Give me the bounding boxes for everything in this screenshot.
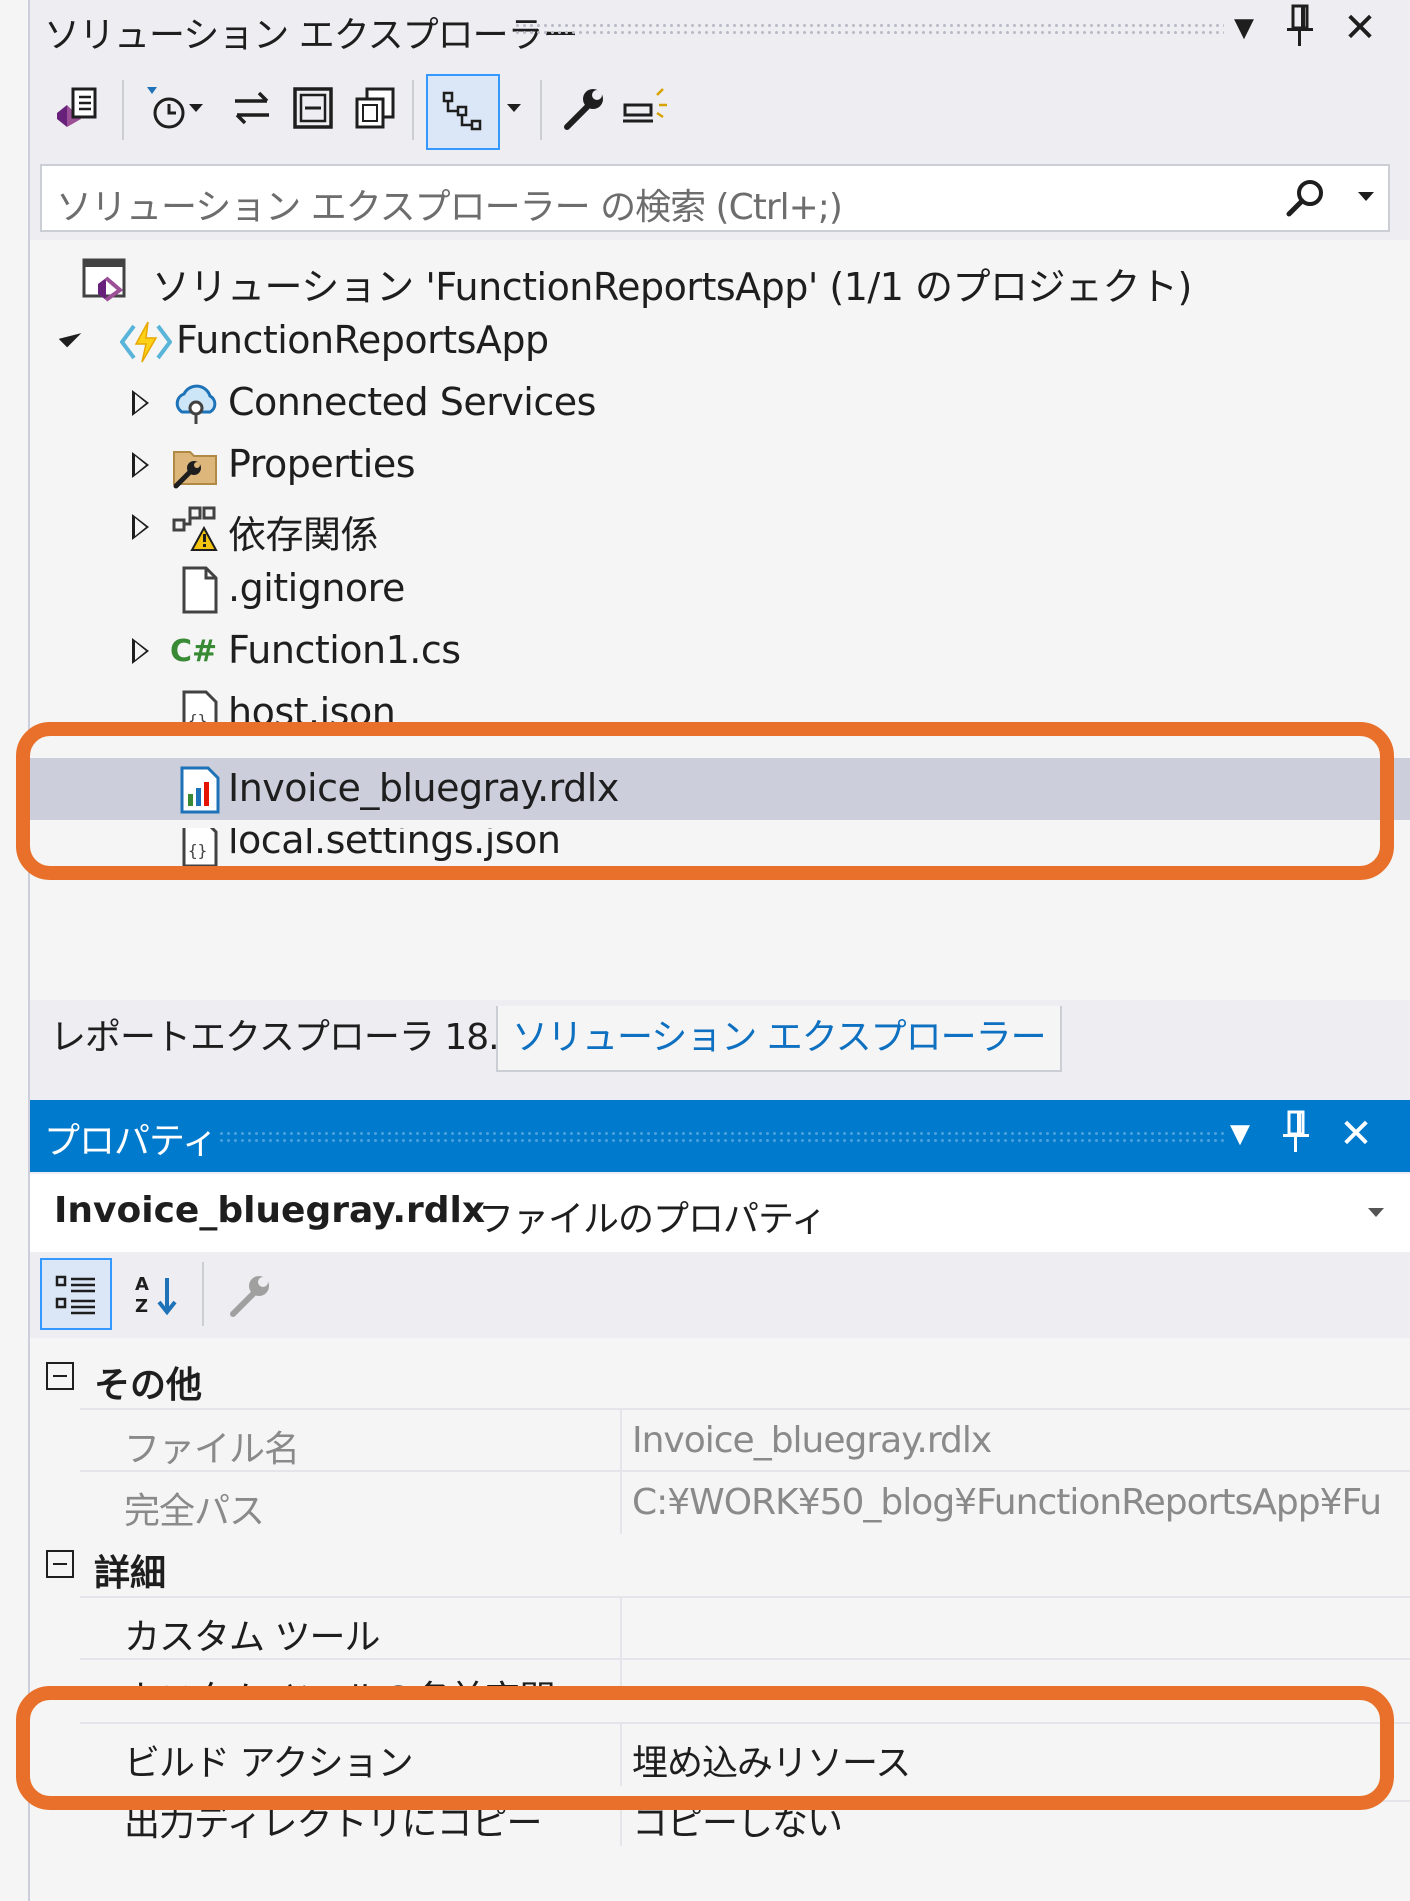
show-all-files-icon[interactable] xyxy=(346,74,406,142)
solution-icon xyxy=(80,254,132,306)
property-value: Invoice_bluegray.rdlx xyxy=(632,1420,992,1461)
dependencies-warning-icon xyxy=(170,502,222,554)
properties-wrench-icon[interactable] xyxy=(554,74,614,142)
highlight-box-build-action xyxy=(16,1686,1394,1810)
collapsed-arrow-icon[interactable] xyxy=(132,390,149,416)
tree-item-function1-cs[interactable]: C# Function1.cs xyxy=(30,620,1410,682)
object-name: Invoice_bluegray.rdlx xyxy=(54,1190,486,1231)
solution-label: ソリューション 'FunctionReportsApp' (1/1 のプロジェク… xyxy=(152,265,1192,309)
preview-toggle-icon[interactable] xyxy=(614,74,674,142)
tree-item-label: Connected Services xyxy=(228,380,596,424)
tab-report-explorer[interactable]: レポートエクスプローラ 18.0J xyxy=(36,1006,544,1070)
tab-solution-explorer[interactable]: ソリューション エクスプローラー xyxy=(496,1006,1062,1072)
category-other[interactable]: その他 xyxy=(30,1346,1410,1408)
properties-title-bar: プロパティ ▼ ✕ xyxy=(30,1100,1410,1172)
tree-item-connected-services[interactable]: Connected Services xyxy=(30,372,1410,434)
property-pages-wrench-icon[interactable] xyxy=(220,1262,280,1328)
category-details[interactable]: 詳細 xyxy=(30,1534,1410,1596)
project-label: FunctionReportsApp xyxy=(176,318,549,362)
tree-item-label: Properties xyxy=(228,442,416,486)
category-label: その他 xyxy=(94,1365,203,1406)
solution-explorer-title: ソリューション エクスプローラー xyxy=(44,15,579,56)
search-icon[interactable] xyxy=(1284,176,1328,224)
property-row-custom-tool[interactable]: カスタム ツール xyxy=(80,1596,1410,1660)
categorized-icon[interactable] xyxy=(40,1258,112,1330)
property-value: C:¥WORK¥50_blog¥FunctionReportsApp¥Fu xyxy=(632,1482,1382,1523)
property-grid: その他 ファイル名 Invoice_bluegray.rdlx 完全パス C:¥… xyxy=(30,1338,1410,1901)
tree-item-properties[interactable]: Properties xyxy=(30,434,1410,496)
property-key: 完全パス xyxy=(124,1491,265,1532)
solution-tree: ソリューション 'FunctionReportsApp' (1/1 のプロジェク… xyxy=(30,240,1410,1000)
tree-item-project[interactable]: FunctionReportsApp xyxy=(30,310,1410,372)
collapsed-arrow-icon[interactable] xyxy=(132,638,149,664)
svg-text:A: A xyxy=(135,1274,149,1295)
property-row-file-name[interactable]: ファイル名 Invoice_bluegray.rdlx xyxy=(80,1408,1410,1472)
collapse-all-icon[interactable] xyxy=(284,74,344,142)
title-grip[interactable] xyxy=(514,22,1224,36)
category-label: 詳細 xyxy=(94,1553,167,1594)
expanded-arrow-icon[interactable] xyxy=(58,324,82,348)
switch-views-icon[interactable] xyxy=(48,74,108,142)
collapse-category-icon[interactable] xyxy=(46,1550,74,1578)
solution-explorer-toolbar xyxy=(34,64,1410,160)
tool-window-tabs: レポートエクスプローラ 18.0J ソリューション エクスプローラー xyxy=(30,1000,1410,1080)
close-icon[interactable]: ✕ xyxy=(1336,4,1384,52)
view-dropdown-icon[interactable] xyxy=(496,74,532,142)
filter-dropdown-icon[interactable] xyxy=(176,74,216,142)
tree-item-gitignore[interactable]: .gitignore xyxy=(30,558,1410,620)
properties-title: プロパティ xyxy=(44,1121,218,1162)
search-placeholder: ソリューション エクスプローラー の検索 (Ctrl+;) xyxy=(56,187,843,228)
solution-explorer-title-bar: ソリューション エクスプローラー ▼ ✕ xyxy=(34,0,1410,62)
title-grip[interactable] xyxy=(218,1130,1226,1144)
pin-icon[interactable] xyxy=(1272,1110,1320,1158)
window-position-dropdown-icon[interactable]: ▼ xyxy=(1216,1110,1264,1158)
object-kind: ファイルのプロパティ xyxy=(478,1199,827,1240)
properties-object-selector[interactable]: Invoice_bluegray.rdlx ファイルのプロパティ xyxy=(30,1174,1410,1252)
svg-text:Z: Z xyxy=(135,1296,148,1317)
csharp-icon: C# xyxy=(170,634,218,669)
properties-folder-icon xyxy=(170,440,222,492)
tree-item-dependencies[interactable]: 依存関係 xyxy=(30,496,1410,558)
preview-selected-items-icon[interactable] xyxy=(426,74,500,150)
tree-item-label: Function1.cs xyxy=(228,628,461,672)
editor-edge xyxy=(0,0,30,1901)
chevron-down-icon[interactable] xyxy=(1368,1208,1384,1217)
pin-icon[interactable] xyxy=(1276,4,1324,52)
highlight-box-selected-file xyxy=(16,722,1394,880)
file-icon xyxy=(174,564,226,616)
collapsed-arrow-icon[interactable] xyxy=(132,514,149,540)
azure-functions-project-icon xyxy=(119,316,173,368)
tree-item-solution[interactable]: ソリューション 'FunctionReportsApp' (1/1 のプロジェク… xyxy=(30,248,1410,310)
connected-services-icon xyxy=(170,378,222,430)
solution-explorer-search-input[interactable]: ソリューション エクスプローラー の検索 (Ctrl+;) xyxy=(40,164,1390,232)
property-key: ファイル名 xyxy=(124,1429,300,1470)
tree-item-label: .gitignore xyxy=(228,566,405,610)
search-options-dropdown-icon[interactable] xyxy=(1358,192,1374,201)
window-position-dropdown-icon[interactable]: ▼ xyxy=(1220,4,1268,52)
tree-item-label: 依存関係 xyxy=(228,513,379,557)
collapse-category-icon[interactable] xyxy=(46,1362,74,1390)
collapsed-arrow-icon[interactable] xyxy=(132,452,149,478)
close-icon[interactable]: ✕ xyxy=(1332,1110,1380,1158)
property-key: カスタム ツール xyxy=(124,1617,380,1658)
property-row-full-path[interactable]: 完全パス C:¥WORK¥50_blog¥FunctionReportsApp¥… xyxy=(80,1470,1410,1534)
alphabetical-sort-icon[interactable]: AZ xyxy=(126,1262,186,1328)
sync-with-active-document-icon[interactable] xyxy=(222,74,282,142)
properties-toolbar: AZ xyxy=(30,1254,1410,1338)
